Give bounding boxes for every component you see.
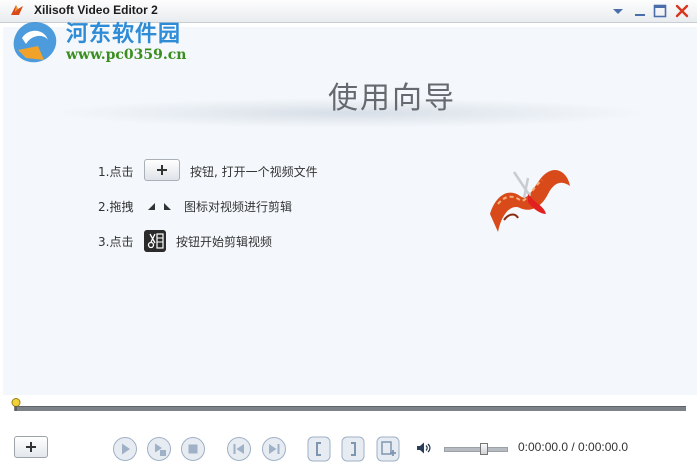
step-3-number: 3.点击 xyxy=(98,235,134,249)
open-file-example-button xyxy=(144,159,180,181)
watermark: 河东软件园 www.pc0359.cn xyxy=(2,14,212,70)
watermark-site-name: 河东软件园 xyxy=(66,22,182,47)
volume-slider[interactable] xyxy=(444,447,508,452)
film-ribbon-scissors-icon xyxy=(490,169,570,232)
dropdown-icon[interactable] xyxy=(610,3,626,19)
maximize-icon[interactable] xyxy=(652,3,668,19)
previous-frame-icon[interactable] xyxy=(226,436,252,462)
set-end-point-icon[interactable] xyxy=(341,436,365,462)
stop-icon[interactable] xyxy=(180,436,206,462)
watermark-url: www.pc0359.cn xyxy=(66,47,187,63)
step-1-number: 1.点击 xyxy=(98,165,134,179)
step-2-number: 2.拖拽 xyxy=(98,200,134,214)
timeline-track[interactable] xyxy=(14,406,686,411)
play-icon[interactable] xyxy=(112,436,138,462)
watermark-logo-icon xyxy=(13,22,57,63)
step-2-text: 图标对视频进行剪辑 xyxy=(184,200,293,214)
minimize-icon[interactable] xyxy=(632,3,648,19)
trim-markers-icon xyxy=(148,203,171,210)
volume-slider-thumb[interactable] xyxy=(480,443,489,455)
timeline-thumb[interactable] xyxy=(11,398,21,411)
start-editing-icon xyxy=(144,230,166,252)
volume-icon[interactable] xyxy=(416,441,432,455)
time-display: 0:00:00.0 / 0:00:00.0 xyxy=(518,440,629,454)
step-1-text: 按钮, 打开一个视频文件 xyxy=(190,165,318,179)
close-icon[interactable] xyxy=(674,3,690,19)
add-file-button[interactable] xyxy=(14,436,48,458)
play-preview-icon[interactable] xyxy=(146,436,172,462)
next-frame-icon[interactable] xyxy=(261,436,287,462)
set-start-point-icon[interactable] xyxy=(307,436,331,462)
wizard-heading: 使用向导 xyxy=(328,81,456,116)
step-3-text: 按钮开始剪辑视频 xyxy=(176,235,273,249)
add-segment-icon[interactable] xyxy=(376,436,400,462)
